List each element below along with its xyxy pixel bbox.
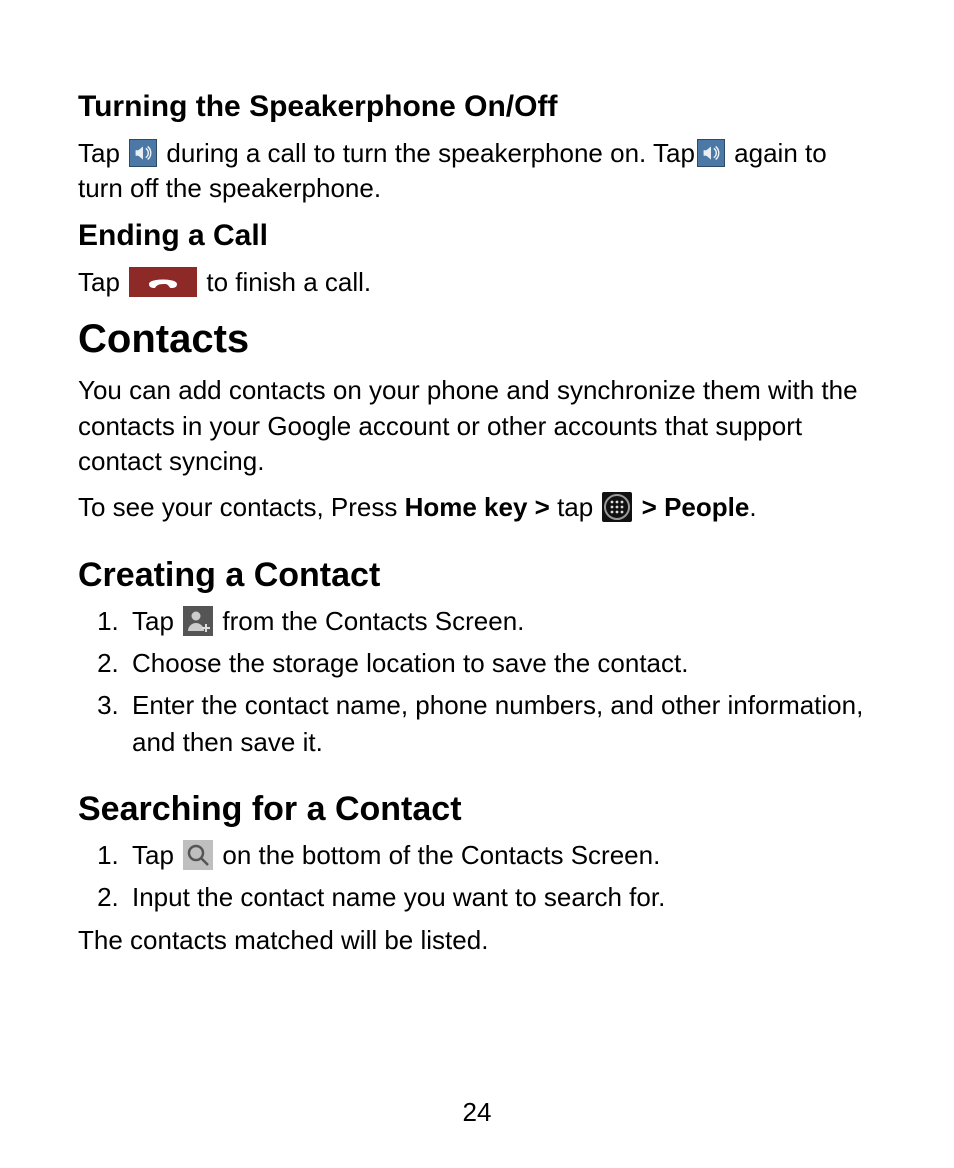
para-search-result: The contacts matched will be listed. — [78, 923, 872, 959]
manual-page: Turning the Speakerphone On/Off Tap duri… — [0, 0, 954, 1168]
add-contact-icon — [183, 606, 213, 636]
end-call-icon — [129, 267, 197, 297]
para-ending-call: Tap to finish a call. — [78, 265, 872, 301]
para-contacts-open: To see your contacts, Press Home key > t… — [78, 490, 872, 526]
page-number: 24 — [0, 1097, 954, 1128]
text: on the bottom of the Contacts Screen. — [215, 840, 660, 870]
heading-ending-call: Ending a Call — [78, 217, 872, 255]
steps-searching-contact: Tap on the bottom of the Contacts Screen… — [78, 837, 872, 916]
text: during a call to turn the speakerphone o… — [159, 138, 695, 168]
text: tap — [557, 492, 600, 522]
heading-contacts: Contacts — [78, 315, 872, 363]
heading-creating-contact: Creating a Contact — [78, 554, 872, 597]
list-item: Tap from the Contacts Screen. — [126, 603, 872, 639]
apps-grid-icon — [602, 492, 632, 522]
list-item: Choose the storage location to save the … — [126, 645, 872, 681]
steps-creating-contact: Tap from the Contacts Screen. Choose the… — [78, 603, 872, 761]
text: To see your contacts, Press — [78, 492, 405, 522]
text-bold: > People — [634, 492, 749, 522]
text: Tap — [132, 606, 181, 636]
text: Tap — [78, 267, 127, 297]
text: from the Contacts Screen. — [215, 606, 524, 636]
para-speakerphone: Tap during a call to turn the speakerpho… — [78, 136, 872, 208]
text-bold: Home key > — [405, 492, 557, 522]
heading-searching-contact: Searching for a Contact — [78, 788, 872, 831]
text: . — [749, 492, 756, 522]
para-contacts-intro: You can add contacts on your phone and s… — [78, 373, 872, 481]
search-icon — [183, 840, 213, 870]
heading-speakerphone: Turning the Speakerphone On/Off — [78, 88, 872, 126]
text: to finish a call. — [199, 267, 371, 297]
speaker-icon — [129, 139, 157, 167]
list-item: Tap on the bottom of the Contacts Screen… — [126, 837, 872, 873]
list-item: Input the contact name you want to searc… — [126, 879, 872, 915]
text: Tap — [132, 840, 181, 870]
list-item: Enter the contact name, phone numbers, a… — [126, 687, 872, 760]
speaker-icon — [697, 139, 725, 167]
text: Tap — [78, 138, 127, 168]
